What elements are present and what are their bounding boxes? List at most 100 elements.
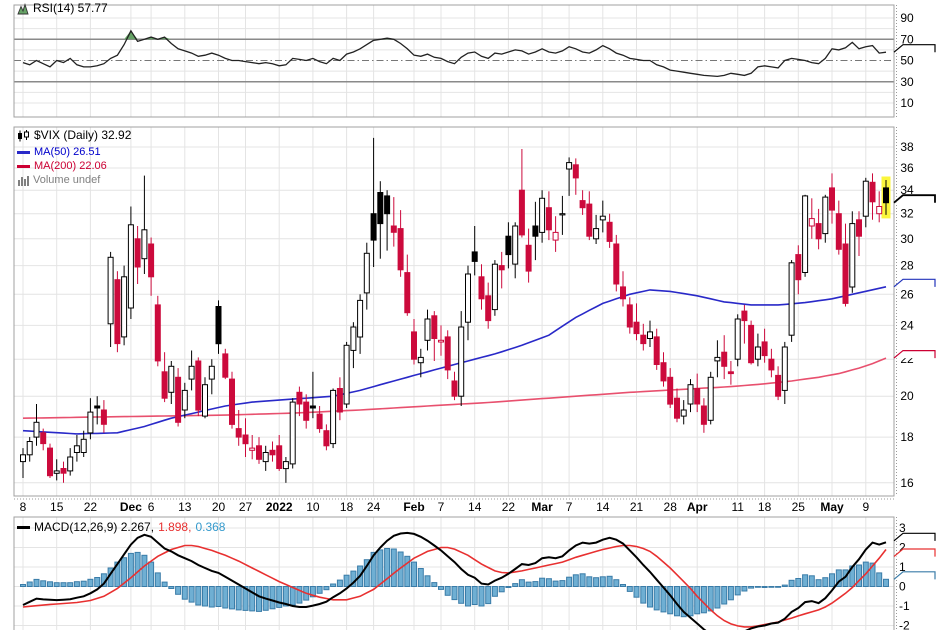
date-axis-label: 18	[758, 500, 772, 514]
price-axis-label: 30	[900, 232, 914, 246]
macd-histogram-bar	[182, 587, 187, 600]
ma200-legend: MA(200) 22.06	[17, 160, 107, 173]
macd-histogram-bar	[277, 587, 282, 608]
macd-histogram-bar	[701, 587, 706, 613]
macd-histogram-bar	[21, 585, 26, 587]
date-axis-label: Mar	[531, 500, 553, 514]
rsi-area-icon	[17, 3, 29, 15]
macd-histogram-bar	[627, 587, 632, 592]
symbol-legend-label: $VIX (Daily) 32.92	[34, 129, 131, 142]
ma50-dash-icon	[17, 151, 30, 154]
macd-histogram-bar	[223, 587, 228, 609]
macd-histogram-bar	[34, 579, 39, 586]
macd-histogram-bar	[546, 579, 551, 587]
macd-histogram-bar	[236, 587, 241, 610]
macd-histogram-bar	[506, 587, 511, 588]
price-axis-label: 28	[900, 259, 914, 273]
date-axis-label: 14	[468, 500, 482, 514]
symbol-legend: $VIX (Daily) 32.92	[17, 129, 131, 142]
price-axis-label: 36	[900, 161, 914, 175]
price-panel-plot-area[interactable]	[14, 127, 894, 496]
macd-histogram-bar	[250, 587, 255, 611]
date-axis-label: 6	[148, 500, 155, 514]
chart-canvas[interactable]: 907050301038363432302826242220181681522D…	[0, 0, 936, 630]
macd-histogram-bar	[742, 587, 747, 592]
date-axis-label: 18	[340, 500, 354, 514]
rsi-legend-label: RSI(14) 57.77	[33, 2, 108, 15]
macd-histogram-bar	[621, 585, 626, 587]
macd-histogram-bar	[257, 587, 262, 612]
macd-histogram-bar	[830, 574, 835, 587]
macd-histogram-bar	[472, 587, 477, 605]
candle	[155, 296, 160, 367]
date-axis-label: 24	[367, 500, 381, 514]
macd-histogram-bar	[378, 550, 383, 587]
macd-histogram-bar	[209, 587, 214, 608]
macd-histogram-bar	[749, 587, 754, 589]
macd-histogram-bar	[809, 576, 814, 587]
price-axis-label: 38	[900, 140, 914, 154]
macd-histogram-bar	[654, 587, 659, 610]
macd-histogram-bar	[88, 579, 93, 586]
candle	[492, 260, 497, 316]
price-axis-label: 20	[900, 389, 914, 403]
macd-histogram-bar	[196, 587, 201, 606]
date-axis-label: 21	[630, 500, 644, 514]
date-axis-label: 7	[566, 500, 573, 514]
macd-signal-value: 1.898,	[158, 521, 191, 534]
date-axis-label: 14	[596, 500, 610, 514]
macd-histogram-bar	[479, 587, 484, 607]
stockcharts-sharpchart: 907050301038363432302826242220181681522D…	[0, 0, 936, 630]
volume-bars-icon	[17, 175, 29, 186]
rsi-legend: RSI(14) 57.77	[17, 2, 108, 15]
candle	[290, 398, 295, 468]
candle	[176, 368, 181, 426]
macd-histogram-bar	[668, 587, 673, 614]
rsi-axis-label: 30	[900, 75, 914, 89]
candle	[708, 372, 713, 425]
macd-histogram-bar	[769, 587, 774, 588]
macd-histogram-bar	[567, 577, 572, 586]
candle	[850, 211, 855, 292]
macd-histogram-bar	[439, 587, 444, 590]
date-axis-label: 8	[20, 500, 27, 514]
macd-legend-label: MACD(12,26,9) 2.267,	[34, 521, 154, 534]
macd-histogram-bar	[203, 587, 208, 607]
date-axis-label: Feb	[403, 500, 424, 514]
macd-hist-value: 0.368	[195, 521, 225, 534]
macd-histogram-bar	[169, 587, 174, 589]
macd-histogram-bar	[587, 577, 592, 587]
ma50-legend: MA(50) 26.51	[17, 146, 101, 159]
macd-histogram-bar	[607, 576, 612, 586]
macd-histogram-bar	[324, 587, 329, 590]
macd-histogram-bar	[452, 587, 457, 600]
macd-histogram-bar	[641, 587, 646, 604]
macd-histogram-bar	[48, 582, 53, 587]
macd-histogram-bar	[189, 587, 194, 603]
macd-histogram-bar	[270, 587, 275, 609]
macd-histogram-bar	[884, 579, 889, 586]
candle	[196, 357, 201, 416]
date-axis-label: 20	[212, 500, 226, 514]
macd-histogram-bar	[445, 587, 450, 596]
date-axis-label: 25	[792, 500, 806, 514]
date-axis-label: 22	[84, 500, 98, 514]
ma200-dash-icon	[17, 165, 30, 168]
macd-histogram-bar	[580, 574, 585, 587]
macd-histogram-bar	[95, 578, 100, 587]
macd-histogram-bar	[614, 580, 619, 587]
macd-histogram-bar	[782, 585, 787, 586]
macd-histogram-bar	[27, 582, 32, 587]
candle	[122, 266, 127, 346]
macd-histogram-bar	[162, 582, 167, 586]
macd-histogram-bar	[695, 587, 700, 614]
macd-histogram-bar	[216, 587, 221, 607]
macd-histogram-bar	[142, 555, 147, 586]
macd-histogram-bar	[81, 581, 86, 586]
date-axis-label: 11	[731, 500, 744, 514]
macd-histogram-bar	[290, 587, 295, 606]
macd-histogram-bar	[776, 587, 781, 588]
date-axis-label: Apr	[687, 500, 708, 514]
rsi-axis-label: 10	[900, 96, 914, 110]
macd-histogram-bar	[68, 583, 73, 587]
